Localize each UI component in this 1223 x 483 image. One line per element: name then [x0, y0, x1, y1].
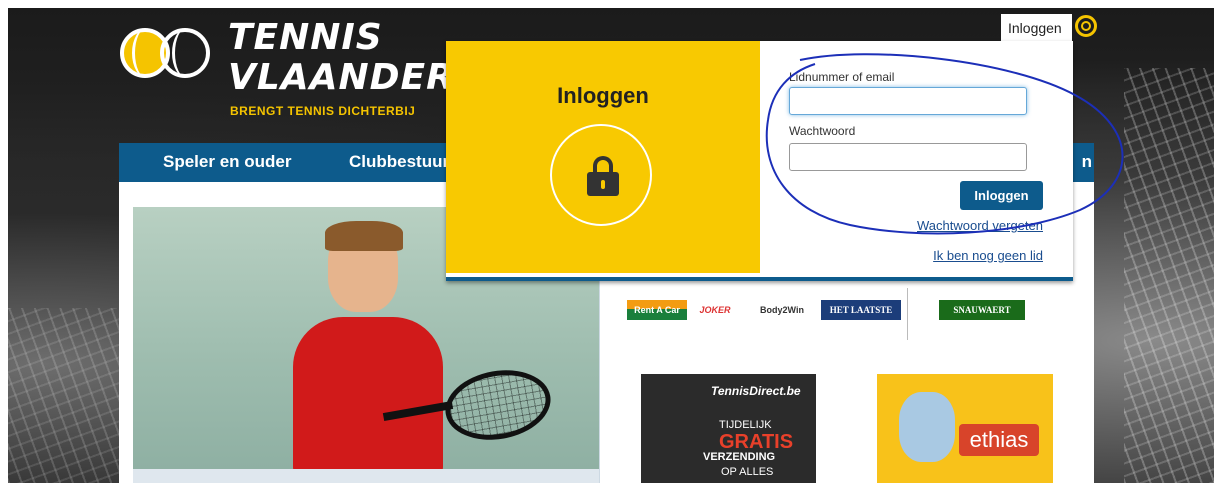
login-trigger-label: Inloggen — [1008, 20, 1062, 36]
login-panel-banner: Inloggen — [446, 41, 760, 273]
hero-caption-bar — [133, 469, 599, 483]
password-label: Wachtwoord — [789, 124, 856, 138]
login-submit-button[interactable]: Inloggen — [960, 181, 1043, 210]
player-hair — [325, 221, 403, 251]
tennisdirect-ad[interactable]: TennisDirect.be TIJDELIJK GRATIS VERZEND… — [641, 374, 816, 483]
forgot-password-link[interactable]: Wachtwoord vergeten — [917, 218, 1043, 233]
logo-text-line1: TENNIS — [228, 17, 383, 58]
ring-icon[interactable] — [1075, 15, 1097, 37]
racket-strings-decoration-left — [8, 308, 128, 483]
nav-item-partial[interactable]: n — [1082, 152, 1092, 172]
player-shirt — [293, 317, 443, 469]
sponsor-joker-logo[interactable]: JOKER — [693, 300, 737, 320]
login-trigger[interactable]: Inloggen — [1001, 14, 1072, 42]
logo-tagline: BRENGT TENNIS DICHTERBIJ — [230, 104, 416, 118]
username-field[interactable] — [789, 87, 1027, 115]
lock-icon — [587, 156, 619, 196]
tennis-racket — [439, 362, 557, 448]
ad-line-3: VERZENDING — [703, 451, 776, 463]
ad-line-1: TIJDELIJK — [719, 419, 772, 431]
sponsor-divider — [907, 288, 908, 340]
nav-item-speler-en-ouder[interactable]: Speler en ouder — [163, 152, 291, 172]
login-form: Lidnummer of email Wachtwoord Inloggen W… — [760, 41, 1073, 273]
lock-circle — [550, 124, 652, 226]
sponsor-enterprise-logo[interactable]: Rent A Car enterprise — [627, 300, 687, 335]
site-logo[interactable]: TENNIS VLAANDEREN BRENGT TENNIS DICHTERB… — [120, 16, 511, 126]
ad-brand: TennisDirect.be — [711, 384, 801, 398]
ad-line-4: OP ALLES — [721, 466, 774, 478]
username-label: Lidnummer of email — [789, 70, 895, 84]
sponsor-snauwaert-logo[interactable]: SNAUWAERT — [939, 300, 1025, 320]
password-field[interactable] — [789, 143, 1027, 171]
nav-item-clubbestuur[interactable]: Clubbestuur — [349, 152, 449, 172]
tennis-ball-outline-icon — [160, 28, 210, 78]
login-panel-title: Inloggen — [557, 83, 649, 108]
sponsor-body2win-logo[interactable]: Body2Win — [747, 300, 817, 320]
signup-link[interactable]: Ik ben nog geen lid — [933, 248, 1043, 263]
sponsor-strip: Rent A Car enterprise JOKER Body2Win HET… — [613, 277, 1057, 348]
ethias-ad[interactable]: ethias — [877, 374, 1053, 483]
ethias-logo: ethias — [959, 424, 1039, 456]
racket-strings-decoration — [1124, 68, 1214, 483]
sponsor-hln-logo[interactable]: HET LAATSTE NIEUWS — [821, 300, 901, 335]
mascot-image — [899, 392, 955, 462]
login-dropdown-panel: Inloggen Lidnummer of email Wachtwoord I… — [446, 41, 1073, 281]
